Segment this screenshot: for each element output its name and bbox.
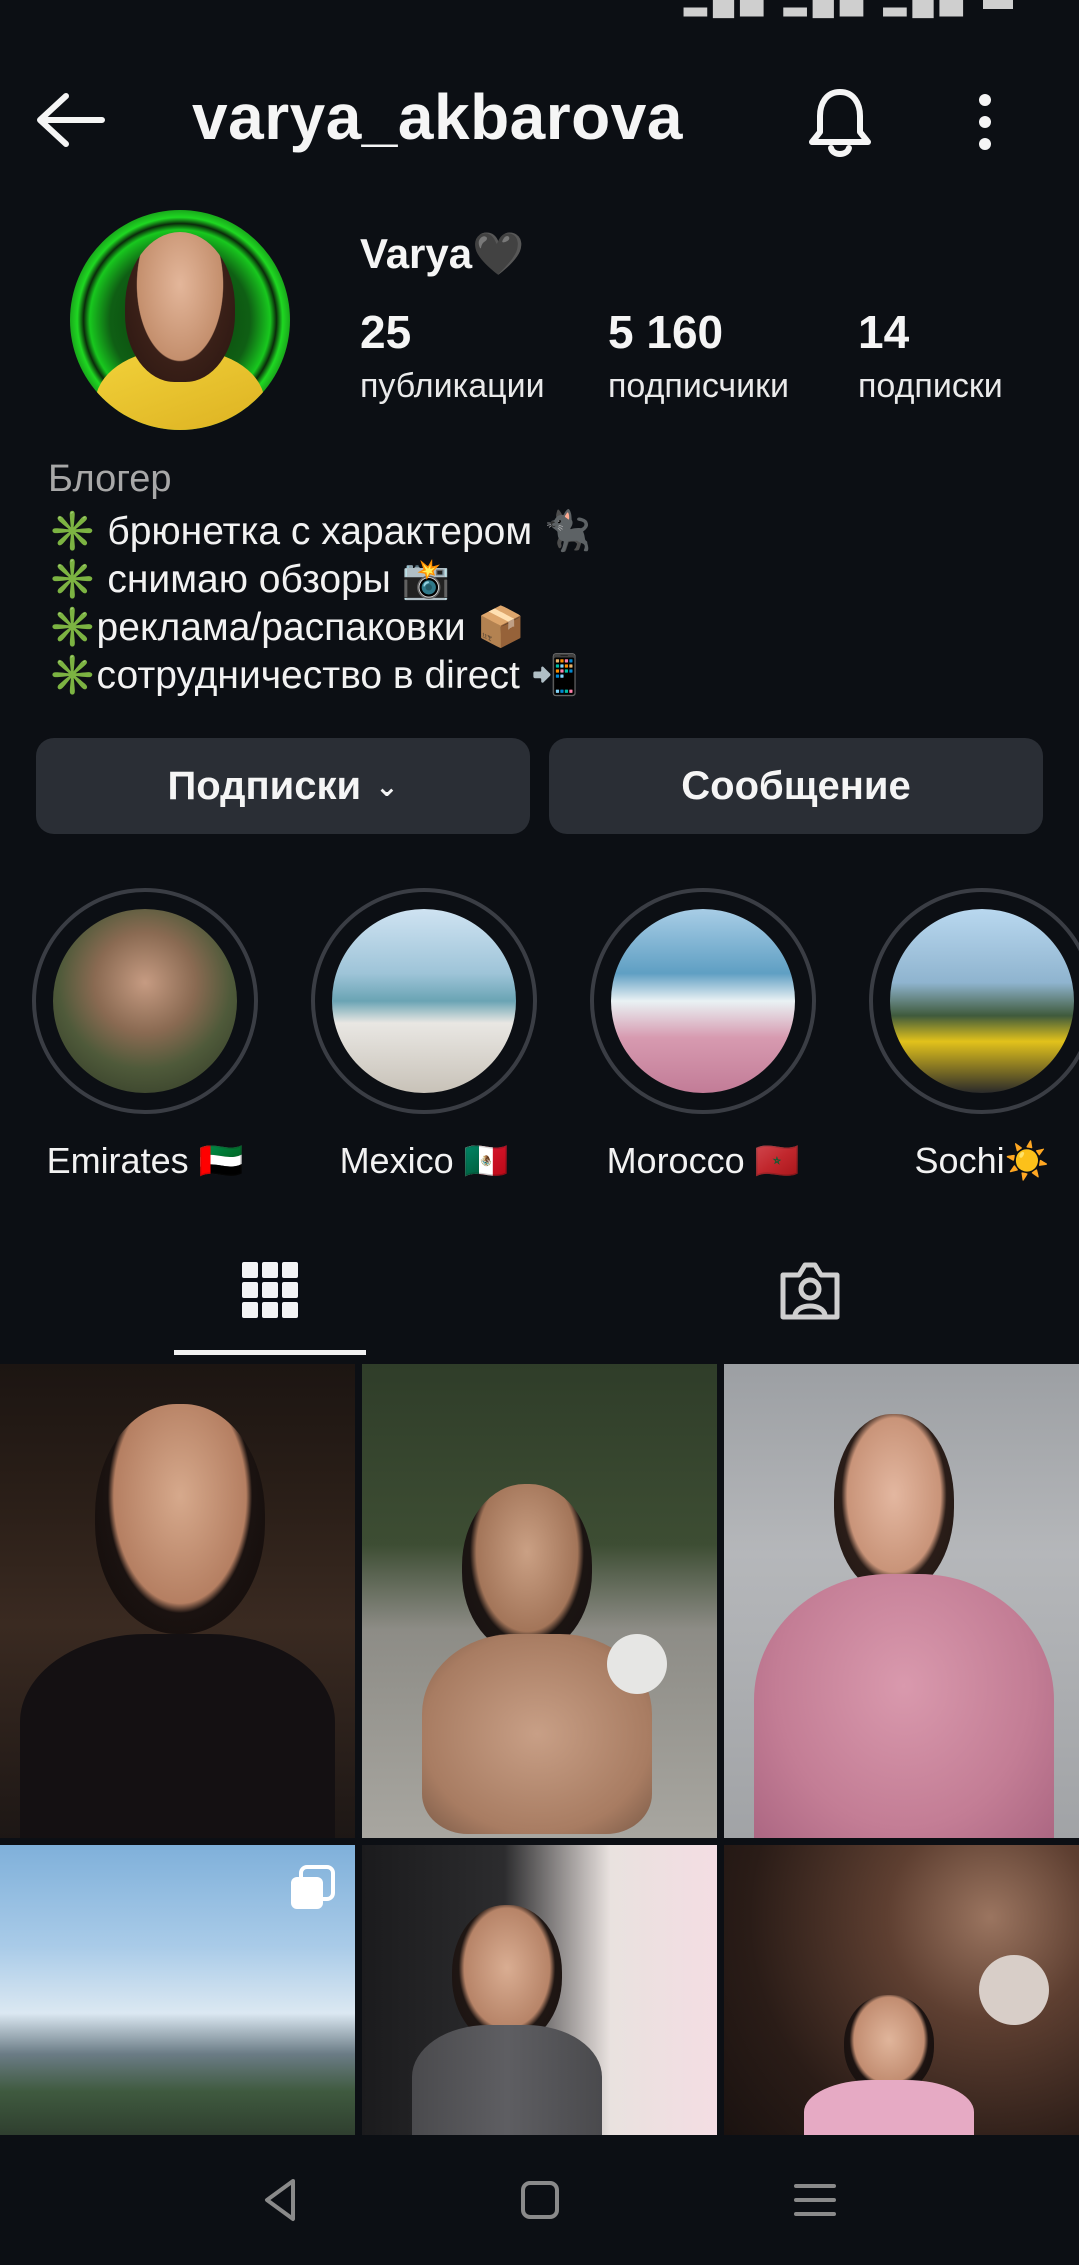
post-ball — [607, 1634, 667, 1694]
stat-following-count: 14 — [858, 306, 910, 358]
highlight-mexico[interactable]: Mexico 🇲🇽 — [310, 888, 538, 1182]
notifications-button[interactable] — [800, 82, 880, 162]
message-button[interactable]: Сообщение — [549, 738, 1043, 834]
menu-lines-icon — [794, 2184, 836, 2216]
post-tile[interactable] — [0, 1364, 355, 1838]
post-tile[interactable] — [724, 1364, 1079, 1838]
bio-line: ✳️ снимаю обзоры 📸 — [48, 558, 451, 601]
more-options-button[interactable] — [955, 82, 1015, 162]
profile-category: Блогер — [48, 458, 172, 500]
post-balloon — [979, 1955, 1049, 2025]
highlight-cover — [890, 909, 1074, 1093]
post-figure — [462, 1484, 592, 1654]
post-tile[interactable] — [0, 1845, 355, 2135]
system-navigation-bar — [0, 2135, 1079, 2265]
grid-icon — [242, 1262, 298, 1318]
stat-posts-label: публикации — [360, 367, 545, 405]
highlight-cover — [611, 909, 795, 1093]
following-button-label: Подписки — [167, 763, 362, 808]
bio-line: ✳️сотрудничество в direct 📲 — [48, 654, 580, 697]
tagged-person-icon — [780, 1262, 839, 1320]
highlight-ring — [590, 888, 816, 1114]
stat-posts: 25 публикации — [360, 305, 545, 406]
post-tile[interactable] — [362, 1845, 717, 2135]
post-tile[interactable] — [724, 1845, 1079, 2135]
highlight-cover — [53, 909, 237, 1093]
post-tile[interactable] — [362, 1364, 717, 1838]
post-figure — [834, 1414, 954, 1594]
highlight-emirates[interactable]: Emirates 🇦🇪 — [31, 888, 259, 1182]
active-tab-indicator — [174, 1350, 366, 1355]
multiple-posts-icon — [291, 1865, 335, 1909]
post-figure — [95, 1404, 265, 1634]
highlight-label: Sochi☀️ — [914, 1140, 1050, 1181]
highlight-label: Morocco 🇲🇦 — [606, 1140, 800, 1181]
status-bar: ▂▄▆ ▂▄▆ ▂▄▆ ▬ — [0, 0, 1079, 40]
stat-followers-count: 5 160 — [608, 306, 724, 358]
nav-back-button[interactable] — [240, 2165, 320, 2235]
nav-home-button[interactable] — [500, 2165, 580, 2235]
highlight-ring — [311, 888, 537, 1114]
stat-posts-count: 25 — [360, 306, 412, 358]
highlight-label: Emirates 🇦🇪 — [46, 1140, 244, 1181]
status-icons: ▂▄▆ ▂▄▆ ▂▄▆ ▬ — [684, 0, 1019, 17]
bio-line: ✳️ брюнетка с характером 🐈‍⬛ — [48, 510, 592, 553]
back-button[interactable] — [30, 88, 110, 152]
highlight-ring — [32, 888, 258, 1114]
following-dropdown-button[interactable]: Подписки ⌄ — [36, 738, 530, 834]
highlight-sochi[interactable]: Sochi☀️ — [868, 888, 1079, 1182]
stat-following-label: подписки — [858, 367, 1003, 405]
stat-followers-label: подписчики — [608, 367, 790, 405]
post-figure — [20, 1634, 335, 1838]
avatar-face — [125, 232, 235, 382]
highlight-label: Mexico 🇲🇽 — [339, 1140, 509, 1181]
bell-icon — [809, 89, 871, 157]
profile-avatar[interactable] — [70, 210, 290, 430]
post-figure — [412, 2025, 602, 2135]
nav-recents-button[interactable] — [775, 2165, 855, 2235]
stat-following[interactable]: 14 подписки — [858, 305, 1003, 406]
tab-posts-grid[interactable] — [0, 1222, 540, 1358]
highlight-morocco[interactable]: Morocco 🇲🇦 — [589, 888, 817, 1182]
chevron-down-icon: ⌄ — [375, 770, 399, 802]
post-figure — [754, 1574, 1054, 1838]
highlight-ring — [869, 888, 1079, 1114]
profile-header: varya_akbarova — [0, 60, 1079, 180]
home-square-icon — [521, 2181, 559, 2219]
more-vertical-icon — [979, 94, 991, 150]
profile-username: varya_akbarova — [192, 81, 683, 153]
message-button-label: Сообщение — [681, 763, 911, 808]
post-figure — [452, 1905, 562, 2045]
stat-followers[interactable]: 5 160 подписчики — [608, 305, 789, 406]
display-name: Varya🖤 — [360, 230, 525, 277]
back-triangle-icon — [265, 2179, 295, 2221]
highlight-cover — [332, 909, 516, 1093]
arrow-left-icon — [37, 93, 105, 147]
post-figure — [804, 2080, 974, 2135]
tab-tagged[interactable] — [540, 1222, 1079, 1358]
bio-line: ✳️реклама/распаковки 📦 — [48, 606, 526, 649]
